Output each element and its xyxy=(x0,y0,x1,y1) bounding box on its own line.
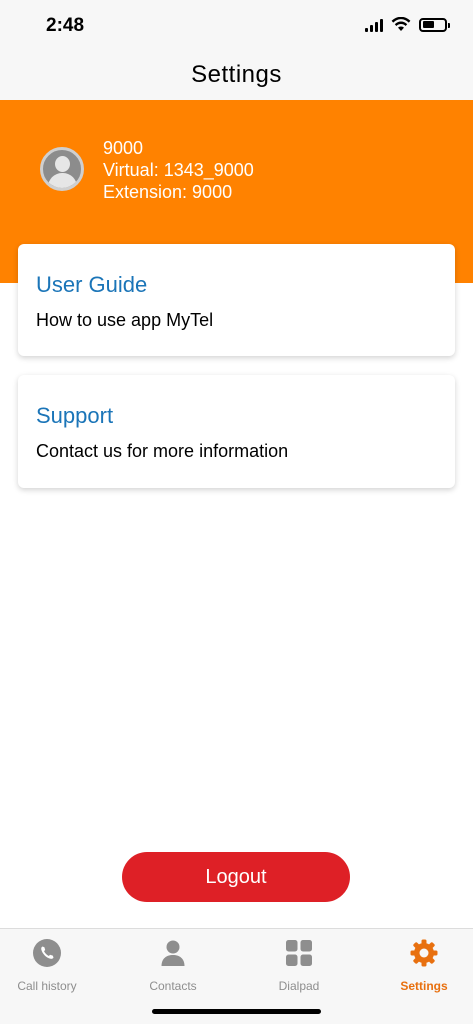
user-guide-title: User Guide xyxy=(36,272,148,297)
gear-icon xyxy=(410,939,438,967)
phone-icon xyxy=(33,939,61,967)
profile-number: 9000 xyxy=(103,138,144,158)
status-bar: 2:48 xyxy=(0,0,473,50)
page-title: Settings xyxy=(191,61,282,88)
wifi-icon xyxy=(391,17,411,31)
profile-virtual: Virtual: 1343_9000 xyxy=(103,160,254,180)
tab-call-history[interactable]: Call history xyxy=(0,937,106,997)
tab-label: Call history xyxy=(17,979,77,993)
tab-label: Dialpad xyxy=(278,979,320,993)
home-indicator xyxy=(152,1009,321,1014)
status-time: 2:48 xyxy=(46,15,85,36)
nav-header: Settings xyxy=(0,50,473,100)
tab-contacts[interactable]: Contacts xyxy=(114,937,232,997)
profile-extension: Extension: 9000 xyxy=(103,182,233,202)
support-title: Support xyxy=(36,403,114,428)
user-guide-card[interactable]: User Guide How to use app MyTel xyxy=(18,244,455,356)
battery-icon xyxy=(419,17,450,32)
user-guide-description: How to use app MyTel xyxy=(36,310,214,330)
signal-icon xyxy=(365,18,383,32)
support-card[interactable]: Support Contact us for more information xyxy=(18,375,455,488)
status-icons xyxy=(365,17,450,32)
logout-button[interactable]: Logout xyxy=(122,852,350,902)
tab-bar: Call history Contacts Dialpad Settings xyxy=(0,928,473,1024)
profile-info: 9000 Virtual: 1343_9000 Extension: 9000 xyxy=(103,137,254,203)
tab-dialpad[interactable]: Dialpad xyxy=(240,937,358,997)
avatar-icon xyxy=(40,147,84,191)
tab-settings[interactable]: Settings xyxy=(365,937,473,997)
tab-label: Settings xyxy=(400,979,448,993)
support-description: Contact us for more information xyxy=(36,441,289,461)
tab-label: Contacts xyxy=(149,979,197,993)
person-icon xyxy=(161,940,185,966)
grid-icon xyxy=(286,940,312,966)
